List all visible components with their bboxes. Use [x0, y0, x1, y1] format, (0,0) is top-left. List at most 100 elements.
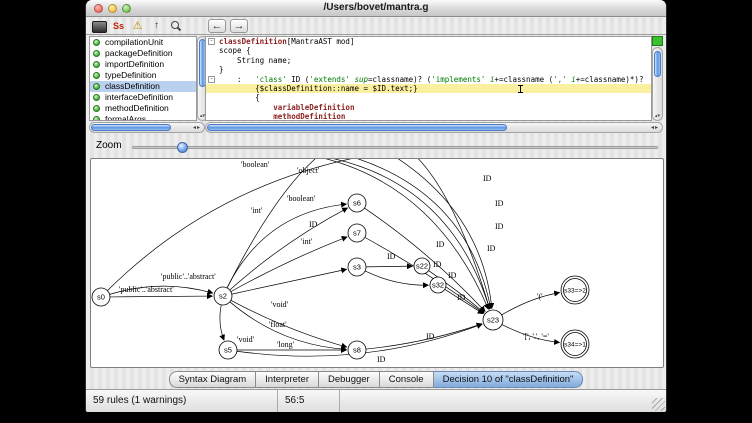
editor-line[interactable]: methodDefinition [206, 112, 651, 121]
grammar-editor[interactable]: -classDefinition[MantraAST mod]scope { S… [205, 36, 652, 121]
tab-syntax-diagram[interactable]: Syntax Diagram [169, 371, 257, 388]
rule-icon [93, 105, 100, 112]
dfa-state-s3[interactable]: s3 [348, 258, 366, 276]
console-icon[interactable] [92, 19, 107, 33]
rule-item-interfaceDefinition[interactable]: interfaceDefinition [90, 92, 196, 103]
dfa-edge-label: ID [483, 174, 492, 183]
dfa-edge-label: 'void' [271, 300, 289, 309]
scroll-arrows-icon[interactable]: ▴▾ [653, 114, 662, 119]
tab-console[interactable]: Console [380, 371, 434, 388]
editor-line[interactable]: - : 'class' ID ('extends' sup=classname)… [206, 75, 651, 84]
dfa-state-s33[interactable]: s33=>2 [561, 276, 589, 304]
zoom-slider[interactable] [132, 146, 658, 149]
dfa-edge-label: ID [457, 293, 466, 302]
antlrworks-window: /Users/bovet/mantra.g Ss ⚠ ↑ ← → compilation… [85, 0, 667, 412]
code-token: 'class' [255, 75, 287, 84]
editor-line[interactable]: variableDefinition [206, 103, 651, 112]
scroll-thumb[interactable] [91, 124, 171, 131]
rule-label: interfaceDefinition [105, 92, 173, 102]
scroll-arrows-icon[interactable]: ◂▸ [193, 123, 201, 133]
find-icon[interactable] [168, 19, 183, 33]
dfa-edge-label: 'boolean' [241, 160, 270, 169]
code-token: +=classname ( [494, 75, 553, 84]
back-button[interactable]: ← [208, 19, 226, 33]
dfa-edge [271, 159, 490, 309]
rules-list[interactable]: compilationUnitpackageDefinitionimportDe… [89, 36, 197, 121]
rule-item-typeDefinition[interactable]: typeDefinition [90, 70, 196, 81]
dfa-edge-label: 'int' [251, 206, 263, 215]
dfa-state-s7[interactable]: s7 [348, 224, 366, 242]
title-bar[interactable]: /Users/bovet/mantra.g [86, 0, 666, 17]
forward-button[interactable]: → [230, 19, 248, 33]
dfa-edge [502, 293, 560, 315]
minimize-button[interactable] [108, 4, 117, 13]
dfa-edge-label: ID [433, 260, 442, 269]
editor-line[interactable]: { [206, 93, 651, 102]
rule-item-importDefinition[interactable]: importDefinition [90, 59, 196, 70]
zoom-slider-thumb[interactable] [177, 142, 188, 153]
editor-line[interactable]: {$classDefinition::name = $ID.text;} [206, 84, 651, 93]
editor-line[interactable]: scope { [206, 46, 651, 55]
dfa-state-s0[interactable]: s0 [92, 288, 110, 306]
fold-toggle-icon[interactable]: - [208, 38, 215, 45]
code-token: =classname)? ( [368, 75, 431, 84]
code-token: [MantraAST mod] [287, 37, 355, 46]
svg-text:s0: s0 [97, 293, 105, 302]
resize-grip-icon[interactable] [652, 398, 665, 411]
text-cursor-icon [518, 85, 523, 93]
dfa-edge [365, 237, 484, 313]
code-token: classDefinition [219, 37, 287, 46]
cursor-position-status: 56:5 [278, 390, 340, 412]
close-button[interactable] [94, 4, 103, 13]
rule-item-packageDefinition[interactable]: packageDefinition [90, 48, 196, 59]
dfa-state-s5[interactable]: s5 [219, 341, 237, 359]
zoom-label: Zoom [96, 140, 122, 151]
rule-item-methodDefinition[interactable]: methodDefinition [90, 103, 196, 114]
editor-line[interactable]: } [206, 65, 651, 74]
scroll-arrows-icon[interactable]: ◂▸ [651, 123, 659, 133]
rule-item-classDefinition[interactable]: classDefinition [90, 81, 196, 92]
dfa-edge [227, 204, 347, 288]
svg-text:s5: s5 [224, 346, 232, 355]
rule-icon [93, 61, 100, 68]
dfa-edge-label: ID [495, 199, 504, 208]
code-token: scope { [219, 46, 251, 55]
svg-text:s7: s7 [353, 229, 361, 238]
rules-count-status: 59 rules (1 warnings) [86, 390, 278, 412]
editor-vertical-scrollbar[interactable]: ▴▾ [652, 47, 663, 121]
tab-debugger[interactable]: Debugger [319, 371, 380, 388]
code-token: methodDefinition [273, 112, 345, 121]
dfa-edge-label: ID [495, 222, 504, 231]
dfa-edge-label: ID [309, 220, 318, 229]
rules-horizontal-scrollbar[interactable]: ◂▸ [89, 122, 205, 133]
code-token: : [219, 75, 255, 84]
rule-icon [93, 39, 100, 46]
editor-line[interactable]: String name; [206, 56, 651, 65]
status-bar: 59 rules (1 warnings) 56:5 [86, 389, 666, 412]
scroll-thumb[interactable] [654, 51, 661, 77]
zoom-button[interactable] [122, 4, 131, 13]
dfa-state-s34[interactable]: s34=>1 [561, 330, 589, 358]
dfa-state-s8[interactable]: s8 [348, 341, 366, 359]
dfa-edge-label: '(' [537, 292, 543, 301]
rule-label: typeDefinition [105, 70, 157, 80]
dfa-diagram: 'public'..'abstract''public'..'abstract'… [91, 159, 663, 367]
syntax-coloring-icon[interactable]: Ss [111, 19, 126, 33]
tab-interpreter[interactable]: Interpreter [256, 371, 319, 388]
editor-horizontal-scrollbar[interactable]: ◂▸ [205, 122, 663, 133]
dfa-state-s6[interactable]: s6 [348, 194, 366, 212]
dfa-edge [231, 237, 347, 292]
dfa-state-s2[interactable]: s2 [214, 287, 232, 305]
rule-label: formalArgs [105, 114, 146, 121]
fold-toggle-icon[interactable]: - [208, 76, 215, 83]
scroll-thumb[interactable] [207, 124, 507, 131]
warning-icon[interactable]: ⚠ [130, 19, 145, 33]
tab-decision-10-of-classdefinition[interactable]: Decision 10 of "classDefinition" [434, 371, 584, 388]
editor-line[interactable]: -classDefinition[MantraAST mod] [206, 37, 651, 46]
dfa-state-s32[interactable]: s32 [430, 277, 446, 293]
dfa-state-s23[interactable]: s23 [483, 310, 503, 330]
export-icon[interactable]: ↑ [149, 19, 164, 33]
dfa-state-s22[interactable]: s22 [414, 258, 430, 274]
rule-item-formalArgs[interactable]: formalArgs [90, 114, 196, 121]
rule-item-compilationUnit[interactable]: compilationUnit [90, 37, 196, 48]
